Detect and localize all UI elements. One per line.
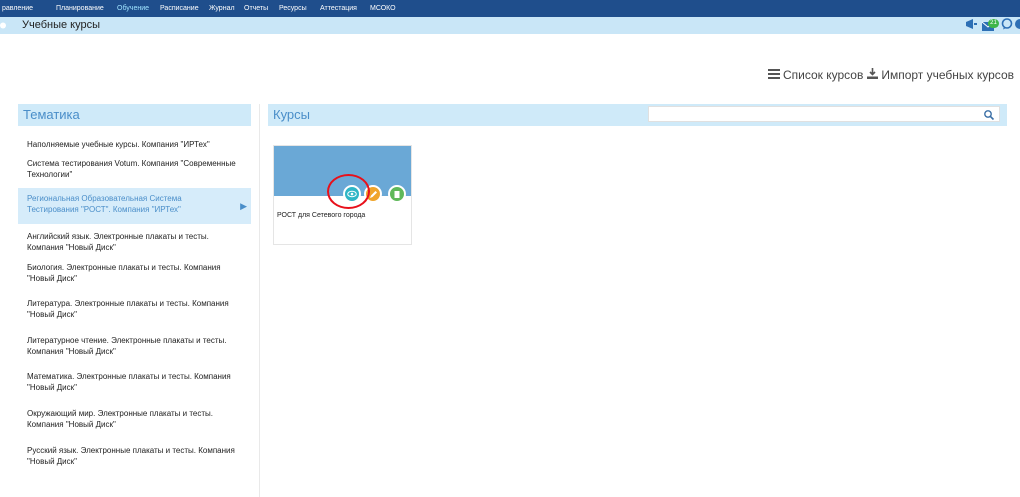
page-header-bar: Учебные курсы 21 [0, 17, 1020, 34]
topics-list: Наполняемые учебные курсы. Компания "ИРТ… [18, 126, 251, 470]
topics-panel: Тематика Наполняемые учебные курсы. Комп… [18, 104, 251, 470]
page-title: Учебные курсы [22, 19, 101, 31]
topics-header: Тематика [18, 104, 251, 126]
list-item-topic[interactable]: Русский язык. Электронные плакаты и тест… [18, 440, 251, 470]
chevron-right-icon: ▶ [240, 200, 247, 211]
list-item-topic[interactable]: Английский язык. Электронные плакаты и т… [18, 224, 251, 260]
megaphone-icon[interactable] [965, 17, 979, 35]
nav-item-administration[interactable]: равление [2, 0, 33, 17]
copy-course-button[interactable] [388, 185, 406, 203]
list-item-topic[interactable]: Математика. Электронные плакаты и тесты.… [18, 368, 251, 404]
import-courses-label: Импорт учебных курсов [881, 68, 1014, 82]
import-courses-link[interactable]: Импорт учебных курсов [867, 68, 1014, 82]
list-item-topic-selected[interactable]: Региональная Образовательная Система Тес… [18, 188, 251, 224]
course-search [648, 106, 1000, 124]
back-arrow-icon[interactable] [0, 17, 14, 34]
list-item-topic[interactable]: Наполняемые учебные курсы. Компания "ИРТ… [18, 126, 251, 152]
list-item-topic[interactable]: Система тестирования Votum. Компания "Со… [18, 152, 251, 188]
search-input[interactable] [649, 110, 977, 124]
course-list-link[interactable]: Список курсов [767, 68, 864, 82]
copy-icon [394, 190, 400, 198]
course-actions: Список курсов Импорт учебных курсов [767, 67, 1014, 83]
course-list-label: Список курсов [782, 68, 864, 82]
search-icon[interactable] [983, 108, 995, 121]
nav-item-attestation[interactable]: Аттестация [320, 0, 357, 17]
nav-item-planning[interactable]: Планирование [56, 0, 104, 17]
list-item-topic[interactable]: Биология. Электронные плакаты и тесты. К… [18, 260, 251, 296]
list-item-topic[interactable]: Литература. Электронные плакаты и тесты.… [18, 296, 251, 332]
list-icon [767, 68, 780, 82]
header-icons: 21 [965, 17, 1020, 34]
user-icon[interactable] [1015, 17, 1020, 35]
courses-panel-header: Курсы [268, 104, 1007, 126]
nav-item-reports[interactable]: Отчеты [244, 0, 268, 17]
mail-icon[interactable]: 21 [981, 18, 999, 33]
nav-item-education[interactable]: Обучение [117, 0, 149, 17]
list-item-topic[interactable]: Литературное чтение. Электронные плакаты… [18, 332, 251, 368]
chat-icon[interactable] [1001, 17, 1013, 35]
courses-header: Курсы [273, 107, 311, 122]
nav-item-schedule[interactable]: Расписание [160, 0, 199, 17]
list-item-topic[interactable]: Окружающий мир. Электронные плакаты и те… [18, 404, 251, 440]
nav-item-journal[interactable]: Журнал [209, 0, 235, 17]
nav-item-resources[interactable]: Ресурсы [279, 0, 307, 17]
course-name: РОСТ для Сетевого города [277, 212, 366, 219]
panel-divider [259, 104, 260, 497]
top-navigation: равление Планирование Обучение Расписани… [0, 0, 1020, 17]
mail-count-badge: 21 [988, 18, 999, 28]
highlight-annotation [327, 174, 370, 209]
nav-item-msoko[interactable]: МСОКО [370, 0, 396, 17]
import-icon [867, 68, 879, 82]
